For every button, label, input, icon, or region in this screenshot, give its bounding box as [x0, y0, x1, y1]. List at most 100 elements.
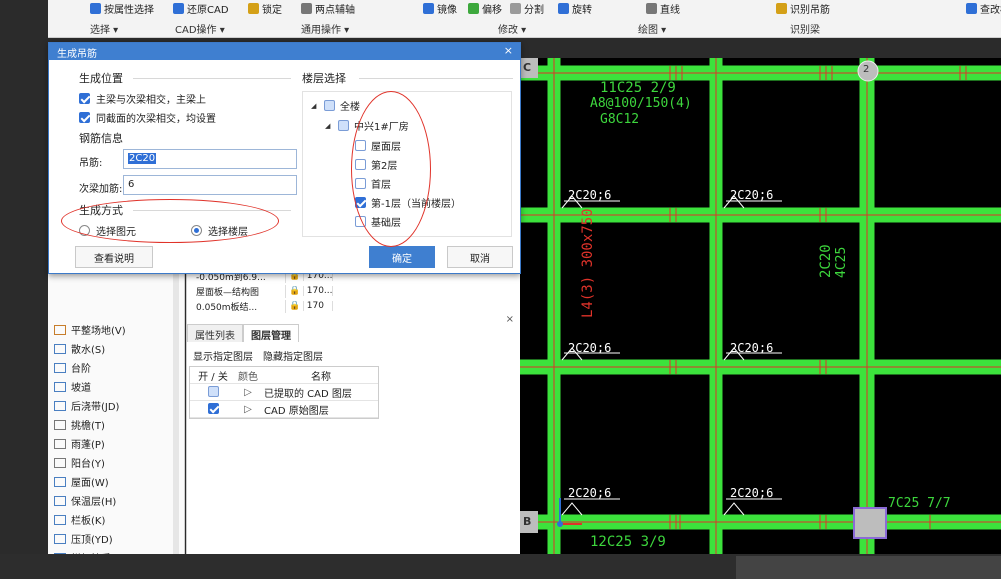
ribbon-button[interactable]: 镜像 — [423, 1, 457, 16]
tab-properties[interactable]: 属性列表 — [187, 324, 243, 342]
ribbon-group-label[interactable]: 通用操作 ▾ — [301, 21, 349, 36]
expand-arrow-icon[interactable]: ▷ — [236, 404, 260, 415]
checkbox-main-secondary[interactable] — [79, 93, 90, 104]
axis-label-b: B — [523, 515, 532, 528]
tab-layers[interactable]: 图层管理 — [243, 324, 299, 342]
tool-icon — [510, 3, 521, 14]
ribbon-button[interactable]: 识别吊筋 — [776, 1, 830, 16]
ribbon-button[interactable]: 分割 — [510, 1, 544, 16]
stirrup-label: 次梁加筋: — [79, 184, 123, 195]
lock-icon: 🔒 — [286, 301, 304, 311]
option-main-secondary[interactable]: 主梁与次梁相交，主梁上 — [79, 91, 206, 106]
layer-row[interactable]: ▷ CAD 原始图层 — [190, 401, 378, 418]
layer-links: 显示指定图层 隐藏指定图层 — [193, 348, 323, 363]
layer-row[interactable]: ▷ 已提取的 CAD 图层 — [190, 384, 378, 401]
show-layer-link[interactable]: 显示指定图层 — [193, 348, 253, 363]
axis-label-2: 2 — [863, 64, 870, 75]
checkbox-same-section[interactable] — [79, 112, 90, 123]
ribbon-group-label[interactable]: CAD操作 ▾ — [175, 21, 225, 36]
component-icon — [54, 381, 66, 392]
ribbon-button[interactable]: 还原CAD — [173, 1, 229, 16]
layer-table-header: 开 / 关 颜色 名称 — [190, 367, 378, 384]
checkbox-all[interactable] — [324, 100, 335, 111]
cad-label-beam-l4: L4(3) 300x750 — [580, 208, 596, 318]
cad-canvas[interactable]: C B 2 11C25 2/9 A8@100/150(4) G8C12 2C20… — [520, 58, 1001, 554]
ribbon-button[interactable]: 两点辅轴 — [301, 1, 355, 16]
lock-icon: 🔒 — [286, 286, 304, 296]
component-item[interactable]: 压顶(YD) — [54, 529, 184, 548]
component-icon — [54, 343, 66, 354]
property-layer-panel: -0.050m到6.9... 🔒 170... 屋面板—结构图 🔒 170... 0.050… — [186, 262, 520, 554]
component-item[interactable]: 坡道 — [54, 377, 184, 396]
ribbon-group-label[interactable]: 选择 ▾ — [90, 21, 118, 36]
ribbon-row-groups: 选择 ▾ CAD操作 ▾ 通用操作 ▾ 修改 ▾ 绘图 ▾ 识别梁 — [48, 19, 1001, 37]
ribbon-group-label[interactable]: 修改 ▾ — [498, 21, 526, 36]
cad-label-hanger-5: 2C20;6 — [568, 486, 612, 500]
cad-label-bottom-rebar: 12C25 3/9 — [590, 534, 666, 550]
ribbon-group-label[interactable]: 识别梁 — [790, 21, 820, 36]
component-item[interactable]: 散水(S) — [54, 339, 184, 358]
layer-toggle-checkbox[interactable] — [207, 386, 219, 398]
tool-icon — [646, 3, 657, 14]
ribbon-button[interactable]: 旋转 — [558, 1, 592, 16]
table-row[interactable]: 0.050m板结... 🔒 170 — [193, 298, 333, 314]
ribbon-button[interactable]: 偏移 — [468, 1, 502, 16]
ok-button[interactable]: 确定 — [369, 246, 435, 268]
tool-icon — [248, 3, 259, 14]
component-item[interactable]: 平整场地(V) — [54, 320, 184, 339]
dialog-title: 生成吊筋 — [57, 49, 97, 60]
option-same-section[interactable]: 同截面的次梁相交，均设置 — [79, 110, 216, 125]
ribbon-button[interactable]: 按属性选择 — [90, 1, 154, 16]
component-item[interactable]: 雨蓬(P) — [54, 434, 184, 453]
layer-toggle-checkbox[interactable] — [207, 403, 219, 415]
ribbon-button[interactable]: 锁定 — [248, 1, 282, 16]
component-item[interactable]: 挑檐(T) — [54, 415, 184, 434]
component-icon — [54, 495, 66, 506]
hanger-input[interactable]: 2C20 — [123, 149, 297, 169]
component-list: 平整场地(V) 散水(S) 台阶 坡道 后浇带(JD) 挑檐(T) 雨蓬(P) 阳台(Y) 屋面… — [50, 320, 184, 579]
layer-table: 开 / 关 颜色 名称 ▷ 已提取的 CAD 图层 ▷ CAD 原始图层 — [189, 366, 379, 419]
component-item[interactable]: 台阶 — [54, 358, 184, 377]
table-row[interactable]: 屋面板—结构图 🔒 170... — [193, 283, 333, 299]
dialog-close-icon[interactable]: × — [504, 44, 513, 57]
component-icon — [54, 533, 66, 544]
panel-close-icon[interactable]: × — [506, 314, 514, 325]
panel-tabs: 属性列表 图层管理 — [187, 324, 299, 342]
component-item[interactable]: 保温层(H) — [54, 491, 184, 510]
tool-icon — [558, 3, 569, 14]
tool-icon — [173, 3, 184, 14]
tool-icon — [776, 3, 787, 14]
expand-icon[interactable]: ◢ — [311, 102, 319, 110]
component-item[interactable]: 后浇带(JD) — [54, 396, 184, 415]
component-item[interactable]: 阳台(Y) — [54, 453, 184, 472]
divider — [359, 78, 513, 79]
ribbon-row-commands: 按属性选择 还原CAD 锁定 两点辅轴 镜像偏移分割旋转 直线 识别吊筋 查改标 — [48, 0, 1001, 17]
tool-icon — [423, 3, 434, 14]
cancel-button[interactable]: 取消 — [447, 246, 513, 268]
component-icon — [54, 419, 66, 430]
expand-icon[interactable]: ◢ — [325, 122, 333, 130]
tool-icon — [966, 3, 977, 14]
expand-arrow-icon[interactable]: ▷ — [236, 387, 260, 398]
cad-label-side: G8C12 — [600, 112, 640, 127]
checkbox-building[interactable] — [338, 120, 349, 131]
tree-node-all[interactable]: ◢ 全楼 — [311, 98, 360, 113]
help-button[interactable]: 查看说明 — [75, 246, 153, 268]
stirrup-input[interactable]: 6 — [123, 175, 297, 195]
ribbon-group-label[interactable]: 绘图 ▾ — [638, 21, 666, 36]
annotation-ellipse-floors — [351, 91, 431, 247]
cad-label-7c25: 7C25 7/7 — [888, 496, 951, 511]
component-item[interactable]: 屋面(W) — [54, 472, 184, 491]
component-icon — [54, 457, 66, 468]
status-bar-panel — [736, 556, 1001, 579]
component-item[interactable]: 栏板(K) — [54, 510, 184, 529]
dialog-titlebar: 生成吊筋 × — [49, 43, 520, 60]
cad-label-stirrup: A8@100/150(4) — [590, 96, 692, 111]
ribbon-button[interactable]: 直线 — [646, 1, 680, 16]
component-icon — [54, 324, 66, 335]
component-icon — [54, 476, 66, 487]
component-icon — [54, 362, 66, 373]
annotation-ellipse-method — [61, 199, 279, 243]
hide-layer-link[interactable]: 隐藏指定图层 — [263, 348, 323, 363]
ribbon-button[interactable]: 查改标 — [966, 1, 1001, 16]
